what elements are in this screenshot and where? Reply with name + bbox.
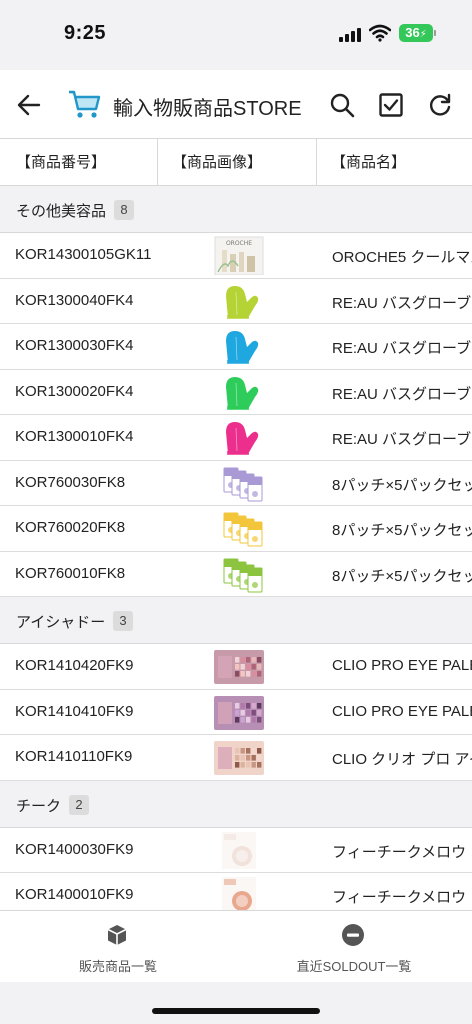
home-indicator[interactable] [152,1008,320,1014]
product-row[interactable]: KOR1410410FK9 CLIO PRO EYE PALETT [0,689,472,735]
product-name: フィーチークメロウ [332,843,467,861]
column-header-row: 【商品番号】 【商品画像】 【商品名】 [0,139,472,186]
product-row[interactable]: KOR760020FK8 8パッチ×5パックセッ [0,506,472,552]
product-image[interactable] [214,464,264,503]
product-row[interactable]: KOR14300105GK11 OROCHE OROCHE5 クールマル [0,233,472,279]
checkbox-icon[interactable] [378,92,404,118]
product-image[interactable]: OROCHE [214,236,264,276]
product-code: KOR1400010FK9 [15,886,134,903]
product-row[interactable]: KOR1300020FK4 RE:AU バスグローブ [0,369,472,415]
product-image[interactable] [214,693,264,732]
product-code: KOR1300020FK4 [15,382,134,400]
tab-soldout-label: 直近SOLDOUT一覧 [296,959,412,974]
category-count-badge: 8 [114,200,134,220]
product-image[interactable] [214,831,264,870]
app-header: 輸入物販商品STORE [0,70,472,139]
product-row[interactable]: KOR1410110FK9 CLIO クリオ プロ アイ [0,735,472,781]
product-image[interactable] [214,327,264,366]
product-image[interactable] [214,876,264,910]
column-header-name: 【商品名】 [331,154,407,171]
product-code: KOR760010FK8 [15,564,126,582]
product-name: OROCHE5 クールマル [332,249,472,266]
status-time: 9:25 [64,22,107,44]
category-count-badge: 2 [69,794,89,815]
svg-text:OROCHE: OROCHE [226,240,252,247]
battery-tip [434,30,436,36]
category-header[interactable]: その他美容品 8 [0,186,472,233]
product-row[interactable]: KOR1300010FK4 RE:AU バスグローブ [0,415,472,461]
product-name: RE:AU バスグローブ [332,431,472,448]
refresh-icon[interactable] [427,92,453,118]
search-icon[interactable] [329,92,355,118]
back-arrow-icon[interactable] [16,92,42,118]
box-icon [107,925,127,945]
category-name: チーク [16,797,62,815]
product-image[interactable] [214,418,264,457]
column-header-image: 【商品画像】 [158,139,317,186]
product-name: 8パッチ×5パックセッ [332,476,472,494]
product-name: RE:AU バスグローブ [332,385,472,403]
product-name: CLIO PRO EYE PALETT [332,702,472,720]
category-name: アイシャドー [16,614,106,631]
product-code: KOR1300010FK4 [15,428,134,445]
product-image[interactable] [214,647,264,686]
product-code: KOR1300030FK4 [15,337,134,354]
cellular-signal-icon [339,28,361,42]
product-code: KOR760020FK8 [15,519,126,536]
home-indicator-area [0,982,472,1024]
app-screen: 9:25 36⚡ 輸入物販商品STORE 【商品番号】 【商品画像】 【商品名】… [0,0,472,1024]
product-code: KOR1400030FK9 [15,840,134,858]
tab-products-label: 販売商品一覧 [78,959,157,974]
product-row[interactable]: KOR760030FK8 8パッチ×5パックセッ [0,460,472,506]
tab-soldout[interactable]: 直近SOLDOUT一覧 [236,911,472,983]
category-name: その他美容品 [16,203,107,220]
tab-products[interactable]: 販売商品一覧 [0,911,236,983]
category-header[interactable]: アイシャドー 3 [0,597,472,644]
bottom-tab-bar: 販売商品一覧 直近SOLDOUT一覧 [0,910,472,982]
product-name: RE:AU バスグローブ [332,340,472,357]
product-image[interactable] [214,738,264,777]
product-image[interactable] [214,373,264,412]
product-name: CLIO PRO EYE PALETT [332,657,472,674]
product-code: KOR760030FK8 [15,473,126,491]
product-row[interactable]: KOR1300040FK4 RE:AU バスグローブ [0,278,472,324]
battery-icon: 36⚡ [399,24,433,42]
minus-circle-icon [342,924,364,946]
product-code: KOR1300040FK4 [15,291,134,309]
product-code: KOR1410420FK9 [15,657,134,674]
category-header[interactable]: チーク 2 [0,780,472,828]
product-image[interactable] [214,509,264,548]
product-row[interactable]: KOR1410420FK9 CLIO PRO EYE PALETT [0,644,472,690]
product-row[interactable]: KOR1400030FK9 フィーチークメロウ [0,827,472,873]
product-name: フィーチークメロウ [332,889,467,906]
product-name: CLIO クリオ プロ アイ [332,751,472,768]
product-code: KOR1410110FK9 [15,748,133,765]
column-header-code: 【商品番号】 [0,139,158,186]
cart-icon [69,90,101,118]
wifi-icon [369,24,391,42]
page-title: 輸入物販商品STORE [113,98,302,120]
status-bar: 9:25 36⚡ [0,0,472,70]
product-row[interactable]: KOR1400010FK9 フィーチークメロウ [0,873,472,910]
product-image[interactable] [214,282,264,321]
product-name: 8パッチ×5パックセッ [332,522,472,539]
product-code: KOR14300105GK11 [15,246,152,263]
category-count-badge: 3 [113,611,133,631]
product-code: KOR1410410FK9 [15,702,134,720]
product-name: 8パッチ×5パックセッ [332,567,472,585]
battery-level: 36 [405,25,420,40]
charging-bolt-icon: ⚡ [419,29,427,40]
product-list[interactable]: その他美容品 8 KOR14300105GK11 OROCHE OROCHE5 クールマ… [0,186,472,910]
product-row[interactable]: KOR1300030FK4 RE:AU バスグローブ [0,324,472,370]
product-name: RE:AU バスグローブ [332,294,472,312]
product-row[interactable]: KOR760010FK8 8パッチ×5パックセッ [0,551,472,597]
product-image[interactable] [214,555,264,594]
